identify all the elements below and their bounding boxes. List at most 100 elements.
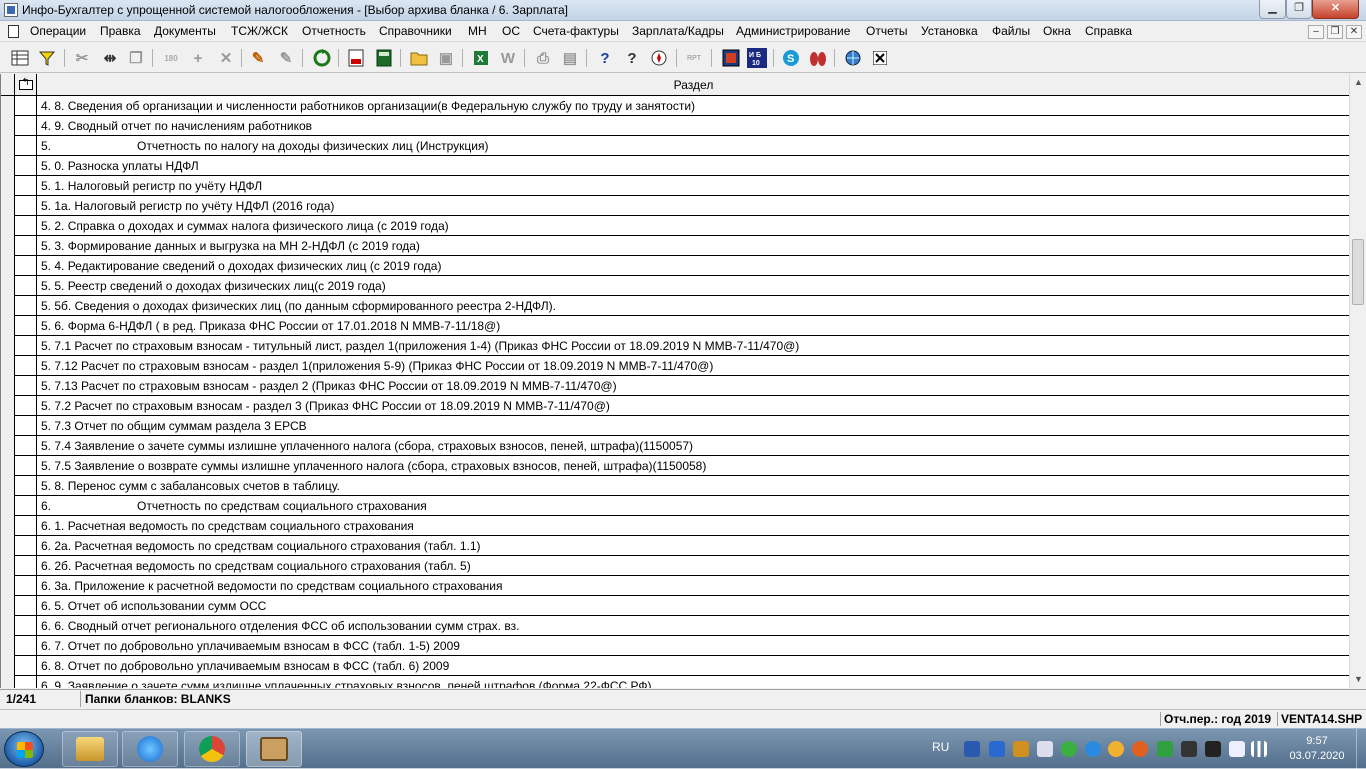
signal-icon[interactable] — [1251, 741, 1267, 757]
menu-operations[interactable]: Операции — [30, 24, 86, 38]
menu-mn[interactable]: МН — [468, 24, 487, 38]
section-cell[interactable]: 5. 8. Перенос сумм с забалансовых счетов… — [41, 479, 340, 493]
row-selector[interactable] — [1, 216, 15, 236]
section-cell[interactable]: 5. 7.13 Расчет по страховым взносам - ра… — [41, 379, 617, 393]
menu-windows[interactable]: Окна — [1043, 24, 1071, 38]
row-selector[interactable] — [1, 596, 15, 616]
menu-reporting[interactable]: Отчетность — [302, 24, 366, 38]
row-selector[interactable] — [1, 196, 15, 216]
section-cell[interactable]: 6. Отчетность по средствам социального ст… — [41, 499, 427, 513]
warning-tray-icon[interactable] — [1132, 741, 1148, 757]
row-selector[interactable] — [1, 416, 15, 436]
folder-tray-icon[interactable] — [1013, 741, 1029, 757]
scroll-up-arrow-icon[interactable]: ▲ — [1350, 74, 1366, 91]
section-cell[interactable]: 4. 8. Сведения об организации и численно… — [41, 99, 695, 113]
bluetooth-app-icon[interactable] — [989, 741, 1005, 757]
unmark-icon[interactable]: ✎ — [275, 47, 297, 69]
menu-salary[interactable]: Зарплата/Кадры — [632, 24, 724, 38]
menu-setup[interactable]: Установка — [921, 24, 978, 38]
section-cell[interactable]: 5. 1. Налоговый регистр по учёту НДФЛ — [41, 179, 262, 193]
move-icon[interactable]: ⇹ — [99, 47, 121, 69]
table-row[interactable]: 5. 7.1 Расчет по страховым взносам - тит… — [1, 336, 1349, 356]
mdi-minimize-button[interactable]: – — [1308, 25, 1324, 39]
row-selector[interactable] — [1, 96, 15, 116]
numbering-icon[interactable]: 180 — [160, 47, 182, 69]
section-cell[interactable]: 5. 7.4 Заявление о зачете суммы излишне … — [41, 439, 693, 453]
row-selector[interactable] — [1, 276, 15, 296]
table-row[interactable]: 6. 9. Заявление о зачете сумм излишне уп… — [1, 676, 1349, 688]
section-cell[interactable]: 6. 6. Сводный отчет регионального отделе… — [41, 619, 519, 633]
check-tray-icon[interactable] — [1061, 741, 1077, 757]
document-icon[interactable] — [8, 25, 19, 38]
table-row[interactable]: 5. Отчетность по налогу на доходы физичес… — [1, 136, 1349, 156]
word-icon[interactable]: W — [497, 47, 519, 69]
network-app-icon[interactable] — [964, 741, 980, 757]
cut-icon[interactable]: ✂ — [71, 47, 93, 69]
row-selector[interactable] — [1, 476, 15, 496]
table-row[interactable]: 4. 9. Сводный отчет по начислениям работ… — [1, 116, 1349, 136]
print-preview-icon[interactable]: ▤ — [559, 47, 581, 69]
row-selector[interactable] — [1, 176, 15, 196]
row-selector[interactable] — [1, 316, 15, 336]
row-selector[interactable] — [1, 616, 15, 636]
ib10-icon[interactable]: И Б 10 — [746, 47, 768, 69]
section-cell[interactable]: 4. 9. Сводный отчет по начислениям работ… — [41, 119, 312, 133]
row-selector[interactable] — [1, 676, 15, 688]
section-cell[interactable]: 5. 5. Реестр сведений о доходах физическ… — [41, 279, 386, 293]
table-row[interactable]: 6. 8. Отчет по добровольно уплачиваемым … — [1, 656, 1349, 676]
table-row[interactable]: 5. 1. Налоговый регистр по учёту НДФЛ — [1, 176, 1349, 196]
menu-administration[interactable]: Администрирование — [736, 24, 850, 38]
close-button[interactable]: ✕ — [1312, 0, 1359, 19]
table-row[interactable]: 5. 0. Разноска уплаты НДФЛ — [1, 156, 1349, 176]
help-icon[interactable]: ? — [594, 47, 616, 69]
menu-os[interactable]: ОС — [502, 24, 520, 38]
ie-task-button[interactable] — [122, 731, 178, 767]
row-selector[interactable] — [1, 536, 15, 556]
table-row[interactable]: 6. 2а. Расчетная ведомость по средствам … — [1, 536, 1349, 556]
scroll-down-arrow-icon[interactable]: ▼ — [1350, 671, 1366, 688]
table-row[interactable]: 6. 7. Отчет по добровольно уплачиваемым … — [1, 636, 1349, 656]
compass-icon[interactable] — [648, 47, 670, 69]
print-icon[interactable]: ⎙ — [532, 47, 554, 69]
table-row[interactable]: 4. 8. Сведения об организации и численно… — [1, 96, 1349, 116]
globe-icon[interactable] — [842, 47, 864, 69]
section-cell[interactable]: 5. 7.5 Заявление о возврате суммы излишн… — [41, 459, 706, 473]
table-row[interactable]: 5. 1а. Налоговый регистр по учёту НДФЛ (… — [1, 196, 1349, 216]
row-selector[interactable] — [1, 436, 15, 456]
mdi-close-button[interactable]: ✕ — [1346, 25, 1362, 39]
section-cell[interactable]: 5. 7.3 Отчет по общим суммам раздела 3 Е… — [41, 419, 307, 433]
bluetooth-icon[interactable] — [1229, 741, 1245, 757]
mdi-restore-button[interactable]: ❐ — [1327, 25, 1343, 39]
vertical-scrollbar[interactable]: ▲ ▼ — [1349, 74, 1366, 688]
infobuh-task-button[interactable] — [246, 731, 302, 767]
section-cell[interactable]: 5. 3. Формирование данных и выгрузка на … — [41, 239, 420, 253]
row-selector[interactable] — [1, 296, 15, 316]
chrome-task-button[interactable] — [184, 731, 240, 767]
table-row[interactable]: 6. 6. Сводный отчет регионального отделе… — [1, 616, 1349, 636]
update-tray-icon[interactable] — [1108, 741, 1124, 757]
section-cell[interactable]: 5. 7.2 Расчет по страховым взносам - раз… — [41, 399, 610, 413]
row-selector[interactable] — [1, 236, 15, 256]
add-icon[interactable]: + — [187, 47, 209, 69]
row-selector[interactable] — [1, 336, 15, 356]
copy-icon[interactable]: ❐ — [125, 47, 147, 69]
open-folder-icon[interactable] — [408, 47, 430, 69]
tools-tray-icon[interactable] — [1205, 741, 1221, 757]
table-row[interactable]: 5. 3. Формирование данных и выгрузка на … — [1, 236, 1349, 256]
filter-icon[interactable] — [36, 47, 58, 69]
table-row[interactable]: 5. 7.13 Расчет по страховым взносам - ра… — [1, 376, 1349, 396]
save-icon[interactable]: ▣ — [435, 47, 457, 69]
section-cell[interactable]: 5. Отчетность по налогу на доходы физичес… — [41, 139, 489, 153]
clock[interactable]: 9:57 03.07.2020 — [1282, 734, 1352, 764]
menu-invoices[interactable]: Счета-фактуры — [533, 24, 619, 38]
table-row[interactable]: 5. 7.5 Заявление о возврате суммы излишн… — [1, 456, 1349, 476]
folder-up-button[interactable] — [15, 74, 37, 96]
report-icon[interactable]: RPT — [683, 47, 705, 69]
table-row[interactable]: 5. 5. Реестр сведений о доходах физическ… — [1, 276, 1349, 296]
menu-documents[interactable]: Документы — [154, 24, 216, 38]
menu-reports[interactable]: Отчеты — [866, 24, 907, 38]
table-row[interactable]: 5. 7.4 Заявление о зачете суммы излишне … — [1, 436, 1349, 456]
table-row[interactable]: 5. 4. Редактирование сведений о доходах … — [1, 256, 1349, 276]
row-selector[interactable] — [1, 636, 15, 656]
table-row[interactable]: 5. 7.3 Отчет по общим суммам раздела 3 Е… — [1, 416, 1349, 436]
